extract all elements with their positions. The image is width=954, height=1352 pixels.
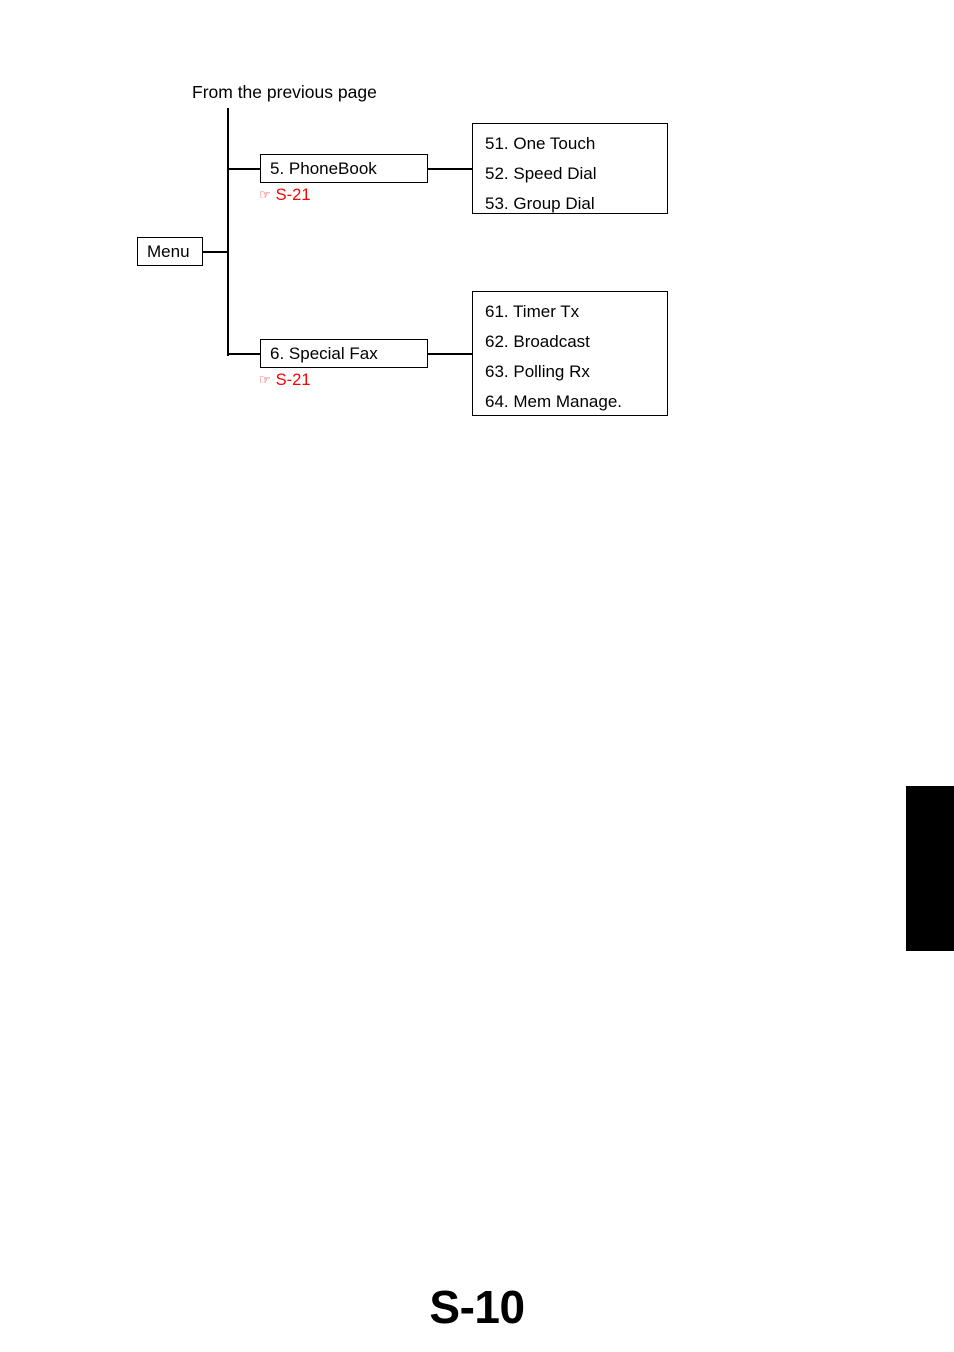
- special-fax-connector-line: [227, 353, 261, 355]
- list-item: 51. One Touch: [485, 134, 596, 153]
- node-menu[interactable]: Menu: [137, 237, 203, 266]
- node-phonebook[interactable]: 5. PhoneBook: [260, 154, 428, 183]
- from-previous-page-label: From the previous page: [192, 82, 377, 102]
- phonebook-submenu-box: 51. One Touch 52. Speed Dial 53. Group D…: [472, 123, 668, 214]
- list-item: 53. Group Dial: [485, 194, 595, 213]
- special-fax-cross-reference-label: S-21: [275, 371, 311, 389]
- list-item: 64. Mem Manage.: [485, 392, 623, 411]
- pointing-hand-icon: ☞: [259, 372, 271, 387]
- node-special-fax-label: 6. Special Fax: [270, 343, 378, 363]
- edge-section-tab: [906, 786, 954, 951]
- menu-connector-line: [202, 251, 229, 253]
- phonebook-cross-reference-label: S-21: [275, 186, 311, 204]
- special-fax-submenu-connector-line: [427, 353, 473, 355]
- node-phonebook-label: 5. PhoneBook: [270, 158, 377, 178]
- trunk-connector-line: [227, 108, 229, 356]
- list-item: 63. Polling Rx: [485, 362, 590, 381]
- phonebook-submenu-connector-line: [427, 168, 473, 170]
- pointing-hand-icon: ☞: [259, 187, 271, 202]
- list-item: 62. Broadcast: [485, 332, 590, 351]
- list-item: 52. Speed Dial: [485, 164, 597, 183]
- list-item: 61. Timer Tx: [485, 302, 580, 321]
- page-number: S-10: [429, 1281, 525, 1333]
- phonebook-cross-reference[interactable]: ☞ S-21: [259, 186, 311, 205]
- node-menu-label: Menu: [147, 241, 190, 261]
- page-canvas: From the previous page Menu 5. PhoneBook…: [0, 0, 954, 1352]
- special-fax-cross-reference[interactable]: ☞ S-21: [259, 371, 311, 390]
- special-fax-submenu-box: 61. Timer Tx 62. Broadcast 63. Polling R…: [472, 291, 668, 416]
- node-special-fax[interactable]: 6. Special Fax: [260, 339, 428, 368]
- phonebook-connector-line: [227, 168, 261, 170]
